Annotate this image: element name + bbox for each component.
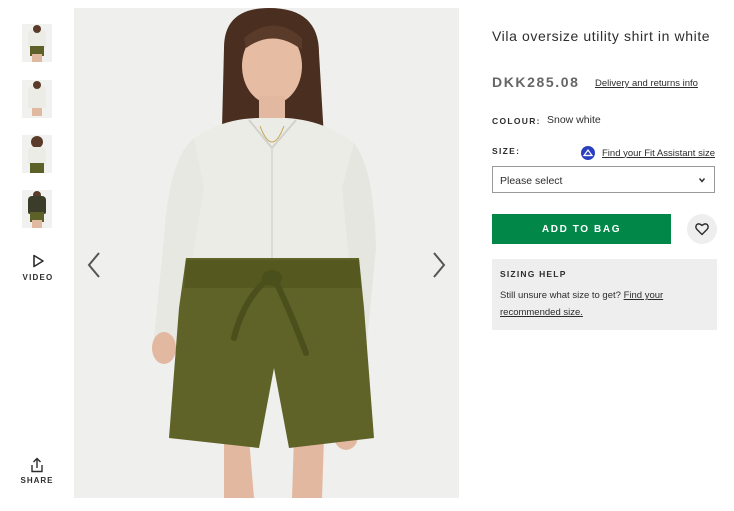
delivery-returns-link[interactable]: Delivery and returns info	[595, 78, 698, 89]
product-price: DKK285.08	[492, 74, 580, 90]
sizing-help-box: SIZING HELP Still unsure what size to ge…	[492, 259, 717, 330]
product-main-image	[74, 8, 459, 498]
product-title: Vila oversize utility shirt in white	[492, 28, 711, 44]
model-illustration	[152, 8, 376, 498]
add-to-bag-button[interactable]: ADD TO BAG	[492, 214, 671, 244]
video-button[interactable]: VIDEO	[20, 252, 56, 292]
video-label: VIDEO	[22, 273, 54, 282]
size-select-value: Please select	[500, 175, 563, 187]
thumbnail-3[interactable]	[22, 135, 52, 173]
save-for-later-button[interactable]	[687, 214, 717, 244]
colour-label: COLOUR:	[492, 116, 541, 126]
share-button[interactable]: SHARE	[18, 457, 56, 491]
play-icon	[33, 254, 44, 268]
heart-icon	[695, 223, 709, 236]
sizing-help-title: SIZING HELP	[500, 269, 567, 279]
size-dropdown[interactable]: Please select	[492, 166, 715, 193]
fit-assistant-text: Find your Fit Assistant size	[602, 147, 715, 159]
share-icon	[31, 457, 43, 473]
chevron-down-icon	[698, 178, 706, 183]
chevron-right-icon[interactable]	[429, 250, 449, 280]
sizing-help-text: Still unsure what size to get? Find your…	[500, 287, 710, 321]
fit-assistant-link[interactable]: Find your Fit Assistant size	[581, 145, 715, 161]
chevron-left-icon[interactable]	[84, 250, 104, 280]
share-label: SHARE	[20, 476, 54, 485]
size-label: SIZE:	[492, 146, 521, 156]
fit-assistant-icon	[581, 146, 595, 160]
thumbnail-2[interactable]	[22, 80, 52, 118]
thumbnail-1[interactable]	[22, 24, 52, 62]
sizing-help-body: Still unsure what size to get?	[500, 290, 624, 301]
thumbnail-4[interactable]	[22, 190, 52, 228]
colour-value: Snow white	[547, 114, 601, 126]
